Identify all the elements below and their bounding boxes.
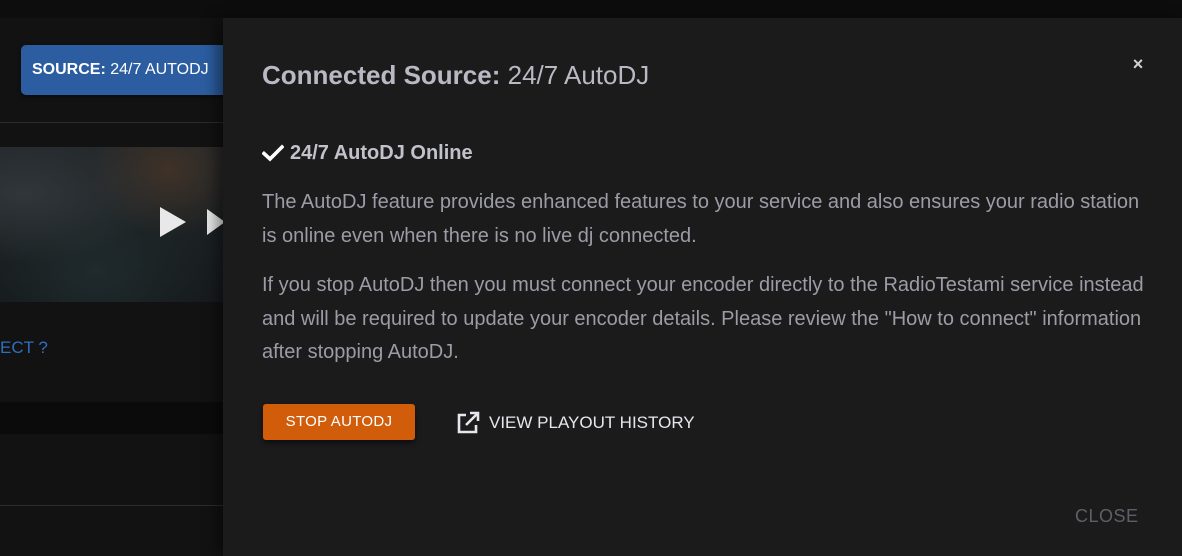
status-text: 24/7 AutoDJ Online xyxy=(290,141,473,164)
dark-bar xyxy=(0,402,240,434)
source-button-key: SOURCE: xyxy=(32,61,106,78)
modal-title-key: Connected Source: xyxy=(262,60,501,90)
external-link-icon xyxy=(457,411,480,434)
view-playout-history-label: VIEW PLAYOUT HISTORY xyxy=(489,413,695,432)
source-button-value: 24/7 AUTODJ xyxy=(110,61,209,78)
source-button[interactable]: SOURCE: 24/7 AUTODJ xyxy=(21,45,251,95)
page: SOURCE: 24/7 AUTODJ ECT ? Connected Sour… xyxy=(0,0,1182,556)
autodj-description: The AutoDJ feature provides enhanced fea… xyxy=(262,191,1140,247)
close-button[interactable]: CLOSE xyxy=(1075,506,1139,527)
connect-link[interactable]: ECT ? xyxy=(0,338,48,358)
modal-title: Connected Source: 24/7 AutoDJ xyxy=(262,60,649,91)
view-playout-history-link[interactable]: VIEW PLAYOUT HISTORY xyxy=(455,408,695,438)
divider xyxy=(0,122,240,123)
close-icon[interactable]: × xyxy=(1130,54,1146,74)
divider xyxy=(0,505,240,506)
stop-autodj-button[interactable]: STOP AUTODJ xyxy=(263,404,415,440)
player-artwork xyxy=(0,147,240,302)
top-bar xyxy=(0,0,1182,18)
status-row: 24/7 AutoDJ Online xyxy=(262,140,473,166)
stop-autodj-warning: If you stop AutoDJ then you must connect… xyxy=(262,274,1144,363)
modal-title-value: 24/7 AutoDJ xyxy=(507,60,650,90)
play-icon[interactable] xyxy=(158,205,188,239)
check-icon xyxy=(262,144,284,162)
connected-source-modal: Connected Source: 24/7 AutoDJ × 24/7 Aut… xyxy=(223,18,1182,556)
